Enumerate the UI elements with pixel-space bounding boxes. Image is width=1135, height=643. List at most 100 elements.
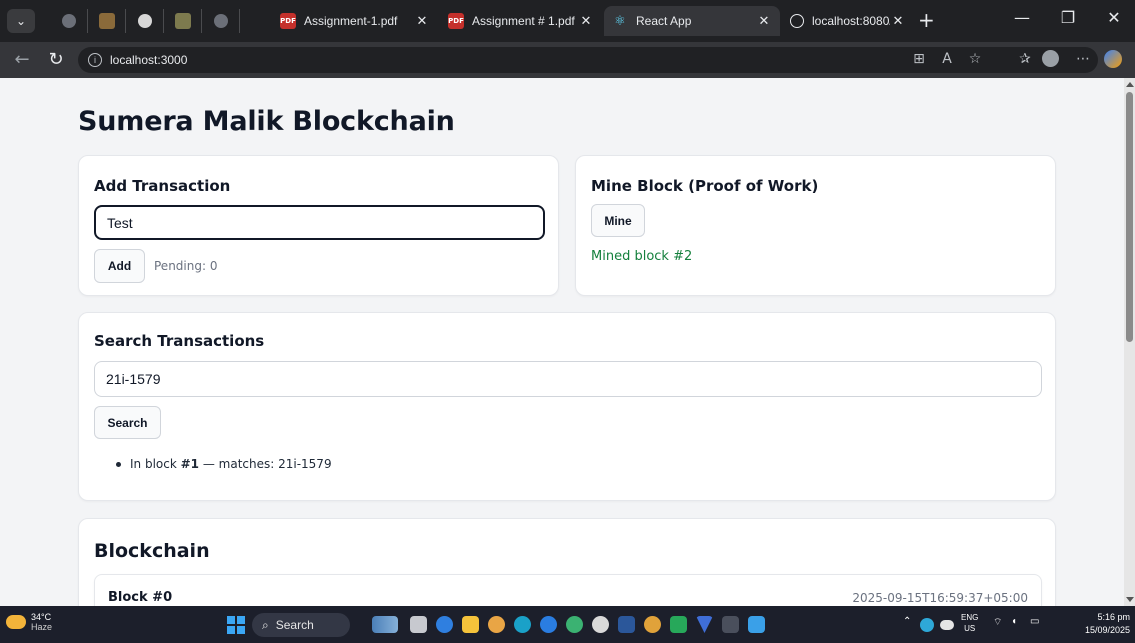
taskbar-search[interactable]: ⌕ Search [252, 613, 350, 637]
weather-desc: Haze [31, 622, 53, 632]
transaction-input[interactable]: Test [94, 205, 545, 240]
weather-temp: 34°C [31, 612, 52, 622]
language-indicator[interactable]: ENG US [961, 612, 978, 634]
address-text: localhost:3000 [110, 53, 188, 67]
chrome-profile-icon[interactable] [540, 616, 557, 633]
block-timestamp: 2025-09-15T16:59:37+05:00 [852, 591, 1028, 605]
copilot-icon[interactable] [1104, 50, 1126, 68]
chrome-icon[interactable] [488, 616, 505, 633]
add-button[interactable]: Add [94, 249, 145, 283]
battery-icon[interactable]: ▭ [1030, 616, 1039, 627]
info-icon[interactable]: i [88, 53, 102, 67]
volume-icon[interactable]: ◖ [1011, 616, 1017, 627]
chrome-profile-icon[interactable] [644, 616, 661, 633]
word-icon[interactable] [618, 616, 635, 633]
mine-block-card: Mine Block (Proof of Work) Mine Mined bl… [575, 155, 1056, 296]
app-icon[interactable] [410, 616, 427, 633]
region-code: US [964, 624, 976, 633]
app-available-icon[interactable]: ⊞ [908, 51, 930, 67]
pdf-icon: PDF [448, 13, 464, 29]
clock-date: 15/09/2025 [1084, 625, 1130, 635]
tray-app-icon[interactable] [920, 618, 934, 632]
pinned-tab[interactable] [164, 9, 202, 33]
chrome-profile-icon[interactable] [566, 616, 583, 633]
tab-localhost-8080[interactable]: localhost:8080/view ✕ [782, 6, 914, 36]
restore-icon[interactable]: ❐ [1046, 8, 1090, 27]
edge-icon[interactable] [514, 616, 531, 633]
vscode-icon[interactable] [696, 616, 713, 633]
copilot-app-icon[interactable] [436, 616, 453, 633]
page-scrollbar[interactable] [1124, 78, 1135, 606]
react-icon: ⚛ [614, 13, 626, 29]
chrome-profile-icon[interactable] [592, 616, 609, 633]
notepad-icon[interactable] [748, 616, 765, 633]
mine-button[interactable]: Mine [591, 204, 645, 237]
blockchain-heading: Blockchain [94, 540, 210, 562]
start-icon[interactable] [227, 616, 245, 634]
scroll-down-icon[interactable] [1126, 597, 1134, 602]
new-tab-icon[interactable]: + [918, 10, 935, 30]
browser-toolbar: ← ↻ i localhost:3000 ⊞ A ☆ ✰ ⋯ [0, 42, 1135, 78]
pdf-icon: PDF [280, 13, 296, 29]
search-transactions-card: Search Transactions 21i-1579 Search In b… [78, 312, 1056, 501]
clock-time: 5:16 pm [1097, 612, 1130, 622]
scroll-up-icon[interactable] [1126, 82, 1134, 87]
tray-overflow-icon[interactable]: ⌃ [903, 616, 911, 627]
close-icon[interactable]: ✕ [890, 14, 906, 29]
favorites-icon[interactable]: ✰ [1014, 51, 1036, 67]
page-viewport: Sumera Malik Blockchain Add Transaction … [0, 78, 1124, 606]
result-block: #1 [180, 457, 200, 471]
task-view-icon[interactable] [372, 616, 398, 633]
search-icon: ⌕ [262, 617, 269, 632]
terminal-icon[interactable] [722, 616, 739, 633]
pinned-tab[interactable] [202, 9, 240, 33]
blockchain-card: Blockchain Block #0 2025-09-15T16:59:37+… [78, 518, 1056, 606]
close-icon[interactable]: ✕ [756, 14, 772, 29]
language-code: ENG [961, 613, 979, 622]
pinned-tab[interactable] [126, 9, 164, 33]
minimize-icon[interactable]: — [1000, 8, 1044, 27]
tab-title: Assignment # 1.pdf [472, 14, 575, 28]
back-icon[interactable]: ← [10, 49, 34, 71]
onedrive-icon[interactable] [940, 620, 954, 630]
more-menu-icon[interactable]: ⋯ [1072, 51, 1094, 67]
tab-title: localhost:8080/view [812, 14, 890, 28]
weather-widget[interactable]: 34°C Haze [6, 612, 52, 632]
reload-icon[interactable]: ↻ [44, 49, 68, 71]
tab-assignment-pdf[interactable]: PDF Assignment # 1.pdf ✕ [440, 6, 602, 36]
add-transaction-card: Add Transaction Test Add Pending: 0 [78, 155, 559, 296]
result-prefix: In block [130, 457, 181, 471]
tab-actions-chevron-icon[interactable]: ⌄ [7, 9, 35, 33]
file-explorer-icon[interactable] [462, 616, 479, 633]
close-icon[interactable]: ✕ [414, 14, 430, 29]
search-input[interactable]: 21i-1579 [94, 361, 1042, 397]
app-icon[interactable] [670, 616, 687, 633]
add-transaction-heading: Add Transaction [94, 177, 231, 195]
system-clock[interactable]: 5:16 pm 15/09/2025 [1082, 611, 1130, 637]
pinned-tab[interactable] [88, 9, 126, 33]
pinned-tab[interactable] [50, 9, 88, 33]
scroll-thumb[interactable] [1126, 92, 1133, 342]
read-aloud-icon[interactable]: A [936, 51, 958, 67]
favorite-star-icon[interactable]: ☆ [964, 51, 986, 67]
weather-icon [6, 615, 26, 629]
search-transactions-heading: Search Transactions [94, 332, 265, 350]
pending-count: Pending: 0 [154, 259, 218, 273]
wifi-icon[interactable]: ⌔ [993, 616, 1002, 629]
result-suffix: — matches: 21i-1579 [199, 457, 332, 471]
tab-title: Assignment-1.pdf [304, 14, 398, 28]
tab-react-app[interactable]: ⚛ React App ✕ [604, 6, 780, 36]
taskbar-search-label: Search [275, 618, 314, 632]
profile-avatar-icon[interactable] [1042, 50, 1064, 67]
block-card: Block #0 2025-09-15T16:59:37+05:00 [94, 574, 1042, 606]
tab-title: React App [636, 14, 692, 28]
window-close-icon[interactable]: ✕ [1092, 8, 1135, 27]
mine-status: Mined block #2 [591, 249, 693, 264]
windows-taskbar: 34°C Haze ⌕ Search ⌃ ENG US ⌔ ◖ ▭ 5:16 p… [0, 606, 1135, 643]
block-label: Block #0 [108, 590, 173, 605]
search-button[interactable]: Search [94, 406, 161, 439]
tab-assignment-1-pdf[interactable]: PDF Assignment-1.pdf ✕ [272, 6, 438, 36]
mine-block-heading: Mine Block (Proof of Work) [591, 177, 819, 195]
globe-icon [790, 14, 804, 28]
close-icon[interactable]: ✕ [578, 14, 594, 29]
